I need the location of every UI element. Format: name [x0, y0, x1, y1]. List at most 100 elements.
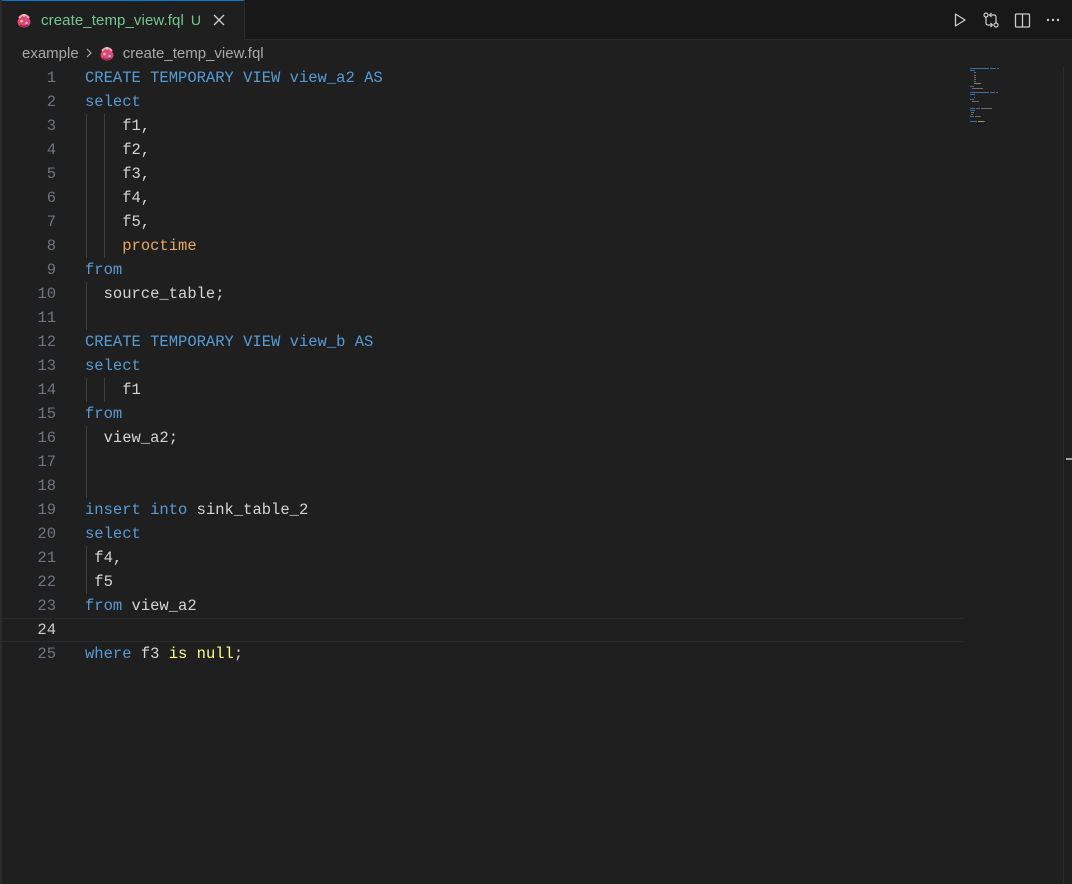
line-number: 14 [37, 381, 56, 399]
minimap-token [973, 83, 981, 85]
code-line[interactable]: 25 where f3 is null; [0, 642, 963, 666]
code-text: source_table; [85, 282, 225, 306]
line-number: 25 [37, 645, 56, 663]
indent-guide [86, 114, 87, 258]
line-number: 5 [46, 165, 56, 183]
minimap-token [970, 116, 974, 118]
code-line[interactable]: 24 [0, 618, 963, 642]
code-token: f1 [85, 381, 141, 399]
code-line[interactable]: 8 proctime [0, 234, 963, 258]
code-token: proctime [122, 237, 197, 255]
play-icon[interactable] [949, 9, 971, 31]
git-compare-icon[interactable] [980, 9, 1002, 31]
code-line[interactable]: 9 from [0, 258, 963, 282]
code-line[interactable]: 6 f4, [0, 186, 963, 210]
code-line[interactable]: 4 f2, [0, 138, 963, 162]
code-line[interactable]: 2 select [0, 90, 963, 114]
code-text: select [85, 522, 141, 546]
code-line[interactable]: 23 from view_a2 [0, 594, 963, 618]
code-line[interactable]: 19 insert into sink_table_2 [0, 498, 963, 522]
vertical-scrollbar[interactable] [1063, 66, 1072, 884]
minimap-token [971, 87, 984, 89]
code-text: from view_a2 [85, 594, 197, 618]
line-number: 19 [37, 501, 56, 519]
minimap-token [996, 92, 998, 94]
minimap-token [970, 92, 989, 94]
minimap-token [973, 76, 977, 78]
code-token: select [85, 93, 141, 111]
line-number: 17 [37, 453, 56, 471]
code-text: f1 [85, 378, 141, 402]
indent-guide [86, 378, 87, 402]
close-icon[interactable] [211, 12, 227, 28]
fql-file-icon [97, 43, 117, 63]
minimap-token [974, 116, 981, 118]
code-text: f3, [85, 162, 150, 186]
code-token: from [85, 261, 123, 279]
code-line[interactable]: 11 [0, 306, 963, 330]
code-editor[interactable]: 1 CREATE TEMPORARY VIEW view_a2 AS 2 select… [0, 66, 1072, 884]
code-line[interactable]: 1 CREATE TEMPORARY VIEW view_a2 AS [0, 66, 963, 90]
breadcrumb-folder[interactable]: example [22, 45, 79, 62]
code-line[interactable]: 20 select [0, 522, 963, 546]
tab-bar: create_temp_view.fql U [0, 0, 1072, 40]
split-editor-icon[interactable] [1011, 9, 1033, 31]
code-token: f5, [85, 213, 151, 231]
code-token: from [85, 405, 123, 423]
code-line[interactable]: 14 f1 [0, 378, 963, 402]
code-line[interactable]: 22 f5 [0, 570, 963, 594]
code-text: from [85, 402, 122, 426]
code-token: view_a2; [85, 429, 179, 447]
breadcrumb: example create_temp_view.fql [22, 40, 264, 66]
code-text: f4, [85, 186, 150, 210]
minimap-token [970, 109, 976, 111]
line-number: 21 [37, 549, 56, 567]
minimap-token [984, 120, 986, 122]
minimap-token [973, 96, 976, 98]
scroll-position-marker [1066, 458, 1072, 460]
minimap-token [980, 107, 992, 109]
breadcrumb-file[interactable]: create_temp_view.fql [97, 43, 264, 63]
indent-guide [104, 114, 105, 258]
code-line[interactable]: 12 CREATE TEMPORARY VIEW view_b AS [0, 330, 963, 354]
code-text: f2, [85, 138, 150, 162]
code-line[interactable]: 18 [0, 474, 963, 498]
indent-guide [86, 282, 87, 330]
breadcrumb-file-label: create_temp_view.fql [122, 44, 264, 62]
code-token: f2, [85, 141, 151, 159]
tab-create-temp-view[interactable]: create_temp_view.fql U [0, 0, 245, 40]
code-text: CREATE TEMPORARY VIEW view_a2 AS [85, 66, 383, 90]
code-text: f5, [85, 210, 150, 234]
editor-left-border [0, 0, 2, 884]
code-line[interactable]: 7 f5, [0, 210, 963, 234]
code-line[interactable]: 13 select [0, 354, 963, 378]
code-line[interactable]: 17 [0, 450, 963, 474]
code-line[interactable]: 5 f3, [0, 162, 963, 186]
minimap-token [997, 68, 999, 69]
code-line[interactable]: 16 view_a2; [0, 426, 963, 450]
code-line[interactable]: 3 f1, [0, 114, 963, 138]
line-number: 12 [37, 333, 56, 351]
code-token: view_a2 [122, 597, 197, 615]
line-number: 15 [37, 405, 56, 423]
fql-file-icon [14, 10, 34, 30]
indent-guide [86, 546, 87, 594]
line-number: 4 [46, 141, 56, 159]
minimap-token [973, 74, 977, 76]
minimap-token [970, 114, 973, 116]
code-token: select [85, 357, 141, 375]
code-token: f4, [85, 189, 151, 207]
code-line[interactable]: 15 from [0, 402, 963, 426]
line-number: 6 [46, 189, 56, 207]
line-number: 16 [37, 429, 56, 447]
minimap-token [970, 85, 974, 87]
indent-guide [86, 426, 87, 498]
code-line[interactable]: 21 f4, [0, 546, 963, 570]
minimap-token [989, 68, 997, 69]
tab-label: create_temp_view.fql [41, 11, 184, 29]
code-text: proctime [85, 234, 197, 258]
code-token: f5 [85, 573, 113, 591]
more-actions-icon[interactable] [1042, 9, 1064, 31]
code-line[interactable]: 10 source_table; [0, 282, 963, 306]
minimap[interactable] [968, 66, 1064, 884]
